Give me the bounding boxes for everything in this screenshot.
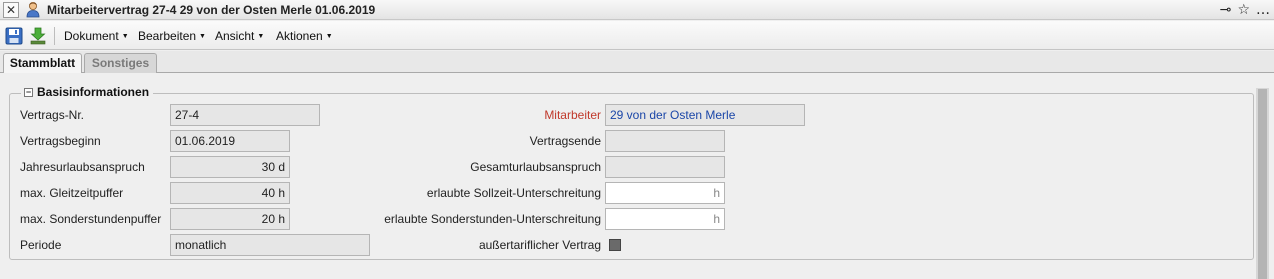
vertragsnr-field[interactable]: 27-4 <box>170 104 320 126</box>
sonderstunden-label: max. Sonderstundenpuffer <box>20 212 162 226</box>
tab-stammblatt[interactable]: Stammblatt <box>3 53 82 75</box>
window-title: Mitarbeitervertrag 27-4 29 von der Osten… <box>47 3 376 17</box>
pin-icon[interactable]: ⊸ <box>1220 1 1232 19</box>
vertragsnr-label: Vertrags-Nr. <box>20 108 85 122</box>
gleitzeit-field[interactable]: 40 h <box>170 182 290 204</box>
menu-aktionen[interactable]: Aktionen ▼ <box>276 29 333 43</box>
vertical-scrollbar[interactable] <box>1256 88 1269 279</box>
vertragsende-field[interactable] <box>605 130 725 152</box>
chevron-down-icon: ▼ <box>121 33 129 40</box>
menu-dokument[interactable]: Dokument ▼ <box>64 29 129 43</box>
sonderstunden-unterschreitung-field[interactable]: h <box>605 208 725 230</box>
vertragsende-label: Vertragsende <box>529 134 601 148</box>
sonderstunden-unterschreitung-label: erlaubte Sonderstunden-Unterschreitung <box>384 212 601 226</box>
menu-aktionen-label: Aktionen <box>276 29 323 43</box>
close-icon[interactable]: ✕ <box>3 2 19 18</box>
download-icon[interactable] <box>29 27 47 45</box>
save-icon[interactable] <box>5 27 23 45</box>
window-title-bar: ✕ Mitarbeitervertrag 27-4 29 von der Ost… <box>0 0 1274 20</box>
tab-content: − Basisinformationen Vertrags-Nr. 27-4 V… <box>0 73 1274 279</box>
user-icon <box>26 2 40 18</box>
sonderstunden-field[interactable]: 20 h <box>170 208 290 230</box>
menu-ansicht[interactable]: Ansicht ▼ <box>215 29 264 43</box>
tab-bar: Stammblatt Sonstiges <box>0 51 1274 75</box>
chevron-down-icon: ▼ <box>199 33 206 40</box>
section-legend: − Basisinformationen <box>21 85 154 99</box>
chevron-down-icon: ▼ <box>325 33 333 40</box>
more-icon[interactable]: … <box>1256 1 1270 19</box>
gesamturlaub-label: Gesamturlaubsanspruch <box>470 160 601 174</box>
menu-dokument-label: Dokument <box>64 29 119 43</box>
scrollbar-thumb[interactable] <box>1258 89 1267 279</box>
toolbar-separator <box>54 27 55 45</box>
periode-field[interactable]: monatlich <box>170 234 370 256</box>
sollzeit-label: erlaubte Sollzeit-Unterschreitung <box>426 186 601 200</box>
chevron-down-icon: ▼ <box>257 33 265 40</box>
gesamturlaub-field[interactable] <box>605 156 725 178</box>
toolbar: Dokument ▼ Bearbeiten ▼ Ansicht ▼ Aktionen ▼ <box>0 21 1274 50</box>
periode-label: Periode <box>20 238 62 252</box>
jahresurlaub-field[interactable]: 30 d <box>170 156 290 178</box>
jahresurlaub-label: Jahresurlaubsanspruch <box>20 160 145 174</box>
collapse-icon[interactable]: − <box>24 87 33 97</box>
gleitzeit-label: max. Gleitzeitpuffer <box>20 186 124 200</box>
aussertariflich-label: außertariflicher Vertrag <box>478 238 601 252</box>
vertragsbeginn-label: Vertragsbeginn <box>20 134 101 148</box>
menu-bearbeiten-label: Bearbeiten <box>138 29 197 43</box>
menu-ansicht-label: Ansicht <box>215 29 255 43</box>
tab-sonstiges[interactable]: Sonstiges <box>84 53 157 74</box>
mitarbeiter-field[interactable]: 29 von der Osten Merle <box>605 104 805 126</box>
section-title: Basisinformationen <box>37 85 150 99</box>
mitarbeiter-label: Mitarbeiter <box>544 108 601 122</box>
star-icon[interactable]: ☆ <box>1237 1 1250 19</box>
menu-bearbeiten[interactable]: Bearbeiten ▼ <box>138 29 206 43</box>
vertragsbeginn-field[interactable]: 01.06.2019 <box>170 130 290 152</box>
sollzeit-field[interactable]: h <box>605 182 725 204</box>
aussertariflich-checkbox[interactable] <box>609 239 621 251</box>
